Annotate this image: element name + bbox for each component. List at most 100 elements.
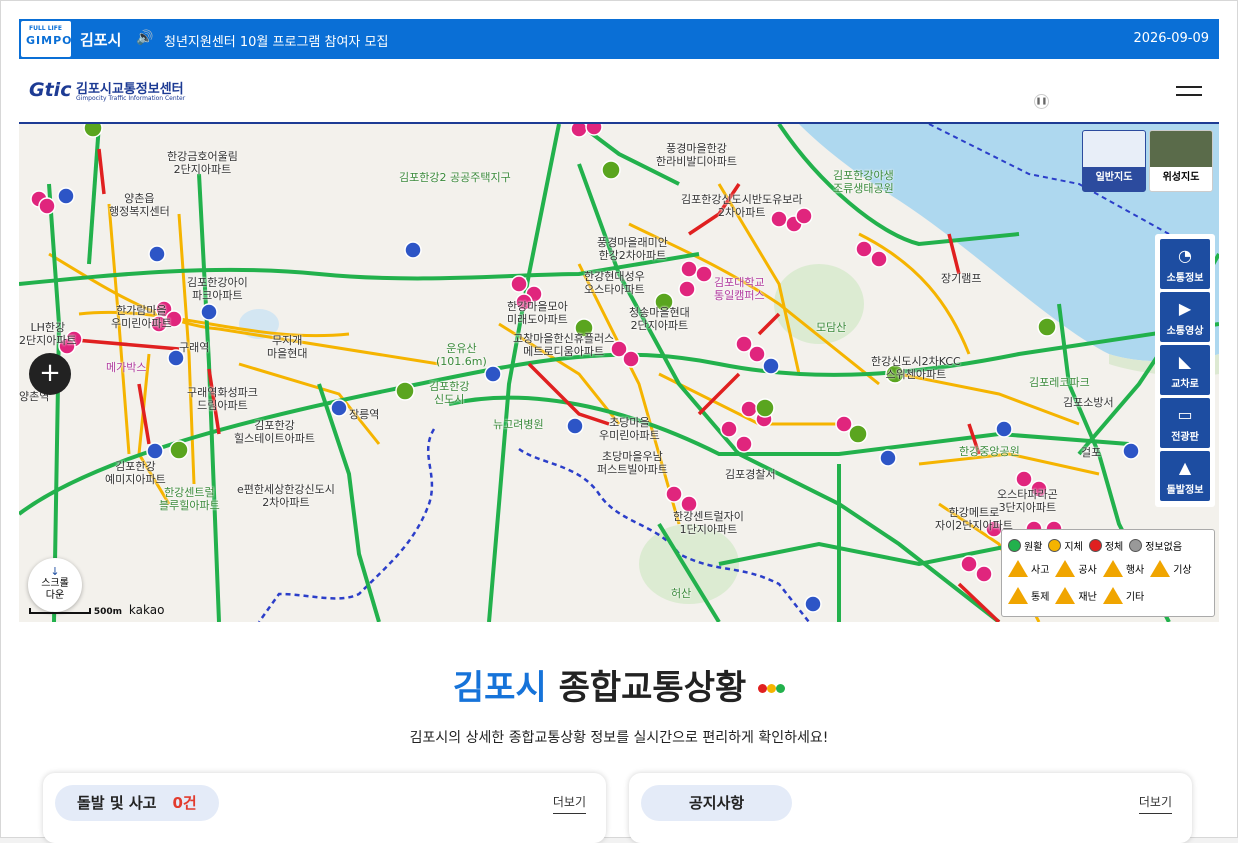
map-label: 김포한강 예미지아파트 [105,460,166,486]
intersection-label: 교차로 [1171,379,1199,390]
traffic-info-button[interactable]: ◔ 소통정보 [1160,239,1210,289]
notice-more-link[interactable]: 더보기 [1138,793,1172,814]
vms-label: 전광판 [1171,432,1199,443]
map-label: 걸포 [1081,446,1102,459]
legend-gray-dot [1129,539,1143,552]
map-label: 한강메트로 자이2단지아파트 [935,506,1013,532]
map-label: 운유산 (101.6m) [436,342,487,368]
satellite-thumbnail [1150,131,1212,167]
map-label: 김포한강아이 파크아파트 [187,276,248,302]
legend-label: 사고 [1031,565,1050,576]
traffic-video-button[interactable]: ▶ 소통영상 [1160,292,1210,342]
map-label: 한강센트럴 블루힐아파트 [159,486,220,512]
map-label: 한강현대성우 오스타아파트 [584,270,645,296]
map-label: 초당마을우남 퍼스트빌아파트 [597,450,668,476]
map-thumbnail [1083,131,1145,167]
legend-label: 정체 [1104,542,1124,553]
main-title-area: 김포시 종합교통상황 김포시의 상세한 종합교통상황 정보를 실시간으로 편리하… [0,660,1238,747]
incident-card: 돌발 및 사고 0건 더보기 [43,773,606,843]
map-label: 김포한강 신도시 [429,380,470,406]
map-label: 한강중앙공원 [959,445,1020,458]
weather-icon [1150,560,1171,577]
map-label: 김포경찰서 [725,468,776,481]
legend-label: 재난 [1078,592,1097,603]
intersection-button[interactable]: ◣ 교차로 [1160,345,1210,395]
map-label: 모담산 [816,321,847,334]
incident-card-title: 돌발 및 사고 0건 [55,785,219,821]
camera-icon: ▶ [1178,299,1192,318]
map-label: 뉴고려병원 [493,418,544,431]
gauge-icon: ◔ [1178,246,1192,265]
traffic-map[interactable]: 한강금호어울림 2단지아파트 양촌읍 행정복지센터 김포한강2 공공주택지구 풍경마… [19,124,1219,622]
map-label: 청송마을현대 2단지아파트 [629,306,690,332]
map-label: 한가람마을 우미린아파트 [111,304,172,330]
map-label: 김포한강2 공공주택지구 [399,171,511,184]
brand-subtitle: Gimpocity Traffic Information Center [76,95,186,102]
map-label: 김포대학교 통일캠퍼스 [714,276,765,302]
scale-line [29,608,91,614]
map-label: 양촌읍 행정복지센터 [109,192,170,218]
scroll-down-label: 스크롤 다운 [41,578,69,601]
logo-big-text: GIMPO [26,34,73,47]
control-icon [1008,587,1028,604]
vms-button[interactable]: ▭ 전광판 [1160,398,1210,448]
side-toolbar: ◔ 소통정보 ▶ 소통영상 ◣ 교차로 ▭ 전광판 ▲ 돌발정보 [1155,234,1215,507]
pause-icon[interactable]: ❚❚ [1034,94,1049,109]
maptype-satellite-label: 위성지도 [1162,172,1200,183]
menu-icon[interactable] [1176,86,1202,98]
title-city: 김포시 [452,668,547,708]
legend-status-row: 원활 지체 정체 정보없음 [1008,538,1182,553]
legend-events-row-2: 통제 재난 기타 [1008,587,1144,604]
legend-label: 기타 [1125,592,1145,603]
main-title: 김포시 종합교통상황 [0,660,1238,709]
accident-icon [1008,560,1028,577]
map-label: 메가박스 [106,361,147,374]
speaker-icon: 🔊 [136,30,154,46]
incident-more-link[interactable]: 더보기 [552,793,586,814]
construction-icon [1055,560,1076,577]
map-label: 무지개 마을현대 [267,334,308,360]
current-date: 2026-09-09 [1133,31,1209,46]
map-label: 고창마을한신휴플러스 메트로디움아파트 [513,332,615,358]
map-label: 김포한강 힐스테이트아파트 [234,419,315,445]
scale-text: 500m [93,607,123,617]
arrow-down-icon: ↓ [50,565,60,578]
notice-text[interactable]: 청년지원센터 10월 프로그램 참여자 모집 [164,31,388,50]
legend-label: 원활 [1024,542,1043,553]
cctv-icon: ◣ [1178,352,1192,371]
map-label: 김포한강신도시반도유보라 2차아파트 [681,193,803,219]
map-label: 김포한강야생 조류생태공원 [833,169,894,195]
top-notice-bar: FULL LIFE GIMPO 김포시 🔊 청년지원센터 10월 프로그램 참여… [19,19,1219,59]
city-name: 김포시 [80,31,122,49]
map-label: 한강신도시2차KCC 스위첸아파트 [871,355,961,381]
map-label: e편한세상한강신도시 2차아파트 [237,483,335,509]
map-label: 김포소방서 [1063,396,1114,409]
gimpo-logo[interactable]: FULL LIFE GIMPO [21,21,71,57]
map-label: 풍경마을한강 한라비발디아파트 [656,142,737,168]
incident-card-label: 돌발 및 사고 [77,794,157,812]
notice-card: 공지사항 더보기 [629,773,1192,843]
map-label: 한강센트럴자이 1단지아파트 [673,510,744,536]
zoom-in-button[interactable]: + [29,353,71,395]
legend-events-row-1: 사고 공사 행사 기상 [1008,560,1192,577]
map-label: 한강마을모아 미래도아파트 [507,300,568,326]
traffic-light-icon [758,662,786,702]
maptype-satellite-button[interactable]: 위성지도 [1149,130,1213,192]
legend-green-dot [1008,539,1021,552]
map-label: 구래역화성파크 드림아파트 [187,386,258,412]
map-label: 김포레코파크 [1029,376,1090,389]
maptype-normal-button[interactable]: 일반지도 [1082,130,1146,192]
maptype-normal-label: 일반지도 [1095,172,1133,183]
gtic-logo[interactable]: Gtic [29,79,71,101]
traffic-info-label: 소통정보 [1166,273,1204,284]
legend-label: 통제 [1031,592,1050,603]
incident-label: 돌발정보 [1166,485,1204,496]
map-label: 장기램프 [941,272,982,285]
logo-small-text: FULL LIFE [29,25,62,32]
map-label: 장릉역 [349,408,380,421]
map-label: LH한강 2단지아파트 [19,321,77,347]
incident-button[interactable]: ▲ 돌발정보 [1160,451,1210,501]
title-rest: 종합교통상황 [558,668,747,708]
site-header: Gtic 김포시교통정보센터 Gimpocity Traffic Informa… [19,60,1219,124]
map-label: 풍경마을래미안 한강2차아파트 [597,236,668,262]
